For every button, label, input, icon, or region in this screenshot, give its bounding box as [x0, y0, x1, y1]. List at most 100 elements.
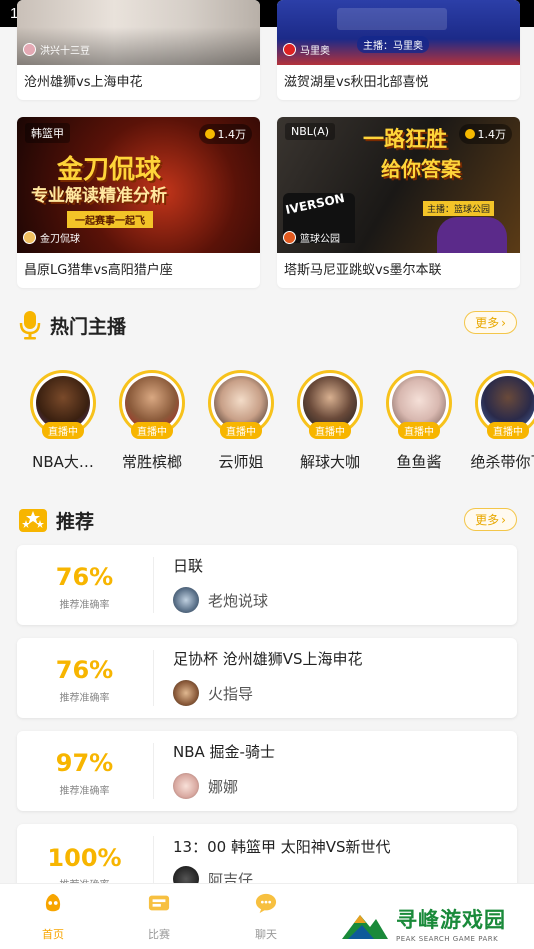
- host-avatar: [283, 43, 296, 56]
- stars-icon: [19, 509, 47, 532]
- live-card[interactable]: 洪兴十三豆 沧州雄狮vs上海申花: [17, 0, 260, 100]
- live-card-thumbnail: 韩篮甲 1.4万 金刀侃球 专业解读精准分析 一起赛事一起飞 金刀侃球: [17, 117, 260, 253]
- live-card-host: 金刀侃球: [23, 230, 80, 245]
- viewer-count: 1.4万: [458, 124, 512, 144]
- expert-name: 娜娜: [208, 777, 239, 796]
- live-badge: 直播中: [131, 422, 173, 439]
- recommend-more-button[interactable]: 更多 ›: [464, 508, 517, 531]
- tab-home[interactable]: 首页: [23, 892, 83, 942]
- avatar: [173, 587, 199, 613]
- microphone-icon: [19, 311, 41, 340]
- home-icon: [45, 893, 61, 912]
- match-title: 13：00 韩篮甲 太阳神VS新世代: [173, 838, 391, 856]
- league-tag: NBL(A): [285, 123, 336, 140]
- host-name: 篮球公园: [300, 234, 340, 245]
- live-badge: 直播中: [42, 422, 84, 439]
- chat-icon: [255, 893, 277, 914]
- accuracy-label: 推荐准确率: [59, 693, 110, 704]
- live-card-thumbnail: NBL(A) 1.4万 一路狂胜 给你答案 IVERSON 主播：篮球公园 篮球…: [277, 117, 520, 253]
- host-name: 金刀侃球: [40, 234, 80, 245]
- live-card-host: 洪兴十三豆: [23, 42, 90, 57]
- accuracy-label: 推荐准确率: [59, 600, 110, 611]
- hot-anchors-more-button[interactable]: 更多 ›: [464, 311, 517, 334]
- live-badge: 直播中: [487, 422, 529, 439]
- host-name: 洪兴十三豆: [40, 46, 90, 57]
- section-title: 推荐: [56, 510, 95, 533]
- anchor-item[interactable]: 直播中 解球大咖: [285, 370, 375, 472]
- tab-label: 首页: [42, 928, 64, 941]
- live-badge: 直播中: [398, 422, 440, 439]
- anchor-avatar-ring: 直播中: [208, 370, 274, 439]
- avatar: [173, 680, 199, 706]
- viewers-icon: [204, 129, 215, 139]
- watermark-title: 寻峰游戏园: [396, 908, 506, 932]
- thumbnail-subline: 专业解读精准分析: [31, 186, 167, 206]
- expert: 火指导: [173, 680, 253, 706]
- anchor-avatar-ring: 直播中: [119, 370, 185, 439]
- expert: 老炮说球: [173, 587, 268, 613]
- tab-label: 比赛: [148, 928, 170, 941]
- live-card-title: 滋贺湖星vs秋田北部喜悦: [284, 75, 429, 90]
- matches-icon: [148, 895, 170, 911]
- anchor-item[interactable]: 直播中 鱼鱼酱: [374, 370, 464, 472]
- tab-chat[interactable]: 聊天: [236, 892, 296, 942]
- anchor-name: 解球大咖: [299, 453, 360, 471]
- anchor-name: 常胜槟榔: [121, 453, 182, 471]
- anchor-item[interactable]: 直播中 绝杀带你飞: [463, 370, 534, 472]
- watermark: 寻峰游戏园 PEAK SEARCH GAME PARK: [334, 898, 534, 949]
- live-badge: 直播中: [220, 422, 262, 439]
- anchor-item[interactable]: 直播中 NBA大…: [18, 370, 108, 472]
- divider: [153, 557, 154, 613]
- thumbnail-subline: 给你答案: [381, 157, 461, 181]
- tab-label: 聊天: [255, 928, 277, 941]
- live-card-host: 马里奥: [283, 42, 330, 57]
- thumbnail-strip: 一起赛事一起飞: [67, 211, 153, 228]
- host-name: 马里奥: [300, 46, 330, 57]
- anchor-avatar-ring: 直播中: [386, 370, 452, 439]
- anchor-item[interactable]: 直播中 常胜槟榔: [107, 370, 197, 472]
- host-avatar: [23, 231, 36, 244]
- more-label: 更多: [475, 316, 500, 330]
- recommend-item[interactable]: 76% 推荐准确率 足协杯 沧州雄狮VS上海申花 火指导: [17, 638, 517, 718]
- divider: [153, 743, 154, 799]
- live-card[interactable]: 主播：马里奥 马里奥 滋贺湖星vs秋田北部喜悦: [277, 0, 520, 100]
- anchor-avatar-ring: 直播中: [30, 370, 96, 439]
- live-card-host: 篮球公园: [283, 230, 340, 245]
- host-avatar: [23, 43, 36, 56]
- match-title: NBA 掘金-骑士: [173, 743, 275, 761]
- anchor-item[interactable]: 直播中 云师姐: [196, 370, 286, 472]
- chevron-right-icon: ›: [501, 512, 506, 527]
- recommend-item[interactable]: 97% 推荐准确率 NBA 掘金-骑士 娜娜: [17, 731, 517, 811]
- anchor-name: 云师姐: [218, 453, 264, 471]
- watermark-logo-icon: [342, 914, 388, 939]
- live-card-title: 昌原LG猎隼vs高阳猎户座: [24, 263, 173, 278]
- live-card-thumbnail: 洪兴十三豆: [17, 0, 260, 65]
- league-tag: 韩篮甲: [25, 123, 70, 143]
- hot-anchors-header: 热门主播: [18, 310, 126, 340]
- tab-matches[interactable]: 比赛: [129, 892, 189, 942]
- section-title: 热门主播: [50, 315, 127, 338]
- viewer-count: 1.4万: [198, 124, 252, 144]
- hot-anchors-list: 直播中 NBA大… 直播中 常胜槟榔 直播中 云师姐 直播中 解球大咖 直播中 …: [0, 370, 534, 480]
- anchor-name: 绝杀带你飞: [470, 453, 534, 471]
- avatar: [173, 773, 199, 799]
- more-label: 更多: [475, 513, 500, 527]
- live-card[interactable]: NBL(A) 1.4万 一路狂胜 给你答案 IVERSON 主播：篮球公园 篮球…: [277, 117, 520, 288]
- accuracy-value: 76%: [55, 656, 114, 684]
- expert-name: 老炮说球: [208, 591, 269, 610]
- live-badge: 直播中: [309, 422, 351, 439]
- anchor-name: NBA大…: [32, 453, 94, 471]
- host-overlay: 主播：马里奥: [357, 36, 429, 53]
- divider: [153, 650, 154, 706]
- match-title: 日联: [173, 557, 204, 575]
- live-card[interactable]: 韩篮甲 1.4万 金刀侃球 专业解读精准分析 一起赛事一起飞 金刀侃球 昌原LG…: [17, 117, 260, 288]
- live-card-thumbnail: 主播：马里奥 马里奥: [277, 0, 520, 65]
- thumbnail-badge: 主播：篮球公园: [423, 201, 495, 216]
- anchor-avatar-ring: 直播中: [475, 370, 534, 439]
- accuracy-label: 推荐准确率: [59, 786, 110, 797]
- chevron-right-icon: ›: [501, 315, 506, 330]
- viewers-icon: [464, 129, 475, 139]
- recommend-item[interactable]: 76% 推荐准确率 日联 老炮说球: [17, 545, 517, 625]
- expert-name: 火指导: [208, 684, 254, 703]
- accuracy-value: 76%: [55, 563, 114, 591]
